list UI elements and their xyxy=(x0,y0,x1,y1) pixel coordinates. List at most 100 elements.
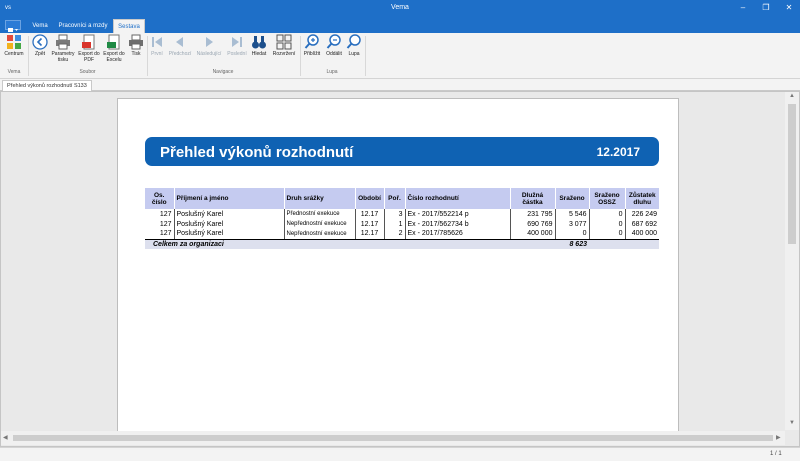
group-separator xyxy=(365,36,366,76)
cell-os-cislo: 127 xyxy=(145,229,174,240)
cell-zustatek: 400 000 xyxy=(624,229,659,240)
cell-ossz: 0 xyxy=(588,219,625,229)
cell-os-cislo: 127 xyxy=(159,210,172,218)
print-settings-button[interactable]: Parametry tisku xyxy=(50,34,76,63)
first-page-button[interactable]: První xyxy=(148,34,166,57)
cell-jmeno: Poslušný Karel xyxy=(173,229,284,240)
previous-page-icon xyxy=(176,37,183,47)
print-label: Tisk xyxy=(131,51,141,57)
cell-ossz: 0 xyxy=(588,229,625,240)
total-filler xyxy=(589,239,659,249)
cell-por: 3 xyxy=(383,209,405,219)
table-header-row: Os. číslo Příjmení a jméno Druh srážky O… xyxy=(145,188,659,209)
cell-zustatek: 226 249 xyxy=(624,209,659,219)
report-period: 12.2017 xyxy=(596,145,640,159)
print-settings-label: Parametry tisku xyxy=(51,51,75,63)
status-bar: 1 / 1 xyxy=(0,447,800,461)
group-label-soubor: Soubor xyxy=(79,69,96,75)
table-row: 127 Poslušný Karel Přednostní exekuce 12… xyxy=(145,209,659,219)
table-row: 127 Poslušný Karel Nepřednostní exekuce … xyxy=(145,229,659,240)
maximize-button[interactable]: ❐ xyxy=(755,2,777,14)
previous-page-button[interactable]: Předchozí xyxy=(167,34,193,57)
tab-pracovnici-a-mzdy[interactable]: Pracovníci a mzdy xyxy=(56,19,110,33)
window-title: Vema xyxy=(391,4,409,11)
cell-dluzna: 400 000 xyxy=(509,229,555,240)
magnifier-label: Lupa xyxy=(348,51,360,57)
first-page-icon xyxy=(152,37,162,47)
group-label-vema: Vema xyxy=(7,69,21,75)
cell-jmeno: Poslušný Karel xyxy=(173,209,284,219)
tab-vema[interactable]: Vema xyxy=(28,19,52,33)
ribbon-tabs: Vema Pracovníci a mzdy Sestava xyxy=(0,17,800,33)
close-button[interactable]: ✕ xyxy=(778,2,800,14)
cell-dluzna: 231 795 xyxy=(509,209,555,219)
horizontal-scroll-thumb[interactable] xyxy=(13,435,773,441)
document-tab[interactable]: Přehled výkonů rozhodnutí S133 xyxy=(2,80,92,91)
cell-druh: Přednostní exekuce xyxy=(283,209,355,219)
search-button[interactable]: Hledat xyxy=(249,34,269,57)
back-button[interactable]: Zpět xyxy=(30,34,50,57)
minimize-button[interactable]: – xyxy=(732,2,754,14)
tab-sestava[interactable]: Sestava xyxy=(113,19,145,33)
last-page-button[interactable]: Poslední xyxy=(225,34,249,57)
zoom-in-label: Přiblížit xyxy=(303,51,321,57)
report-viewer: Přehled výkonů rozhodnutí 12.2017 Os. čí… xyxy=(0,91,800,447)
app-menu-button[interactable] xyxy=(5,20,21,32)
centrum-button[interactable]: Centrum xyxy=(2,34,26,57)
table-row: 127 Poslušný Karel Nepřednostní exekuce … xyxy=(145,219,659,229)
vertical-scrollbar[interactable]: ▲ ▼ xyxy=(785,92,799,430)
zoom-in-icon xyxy=(304,34,319,49)
scroll-down-icon[interactable]: ▼ xyxy=(789,420,795,426)
print-button[interactable]: Tisk xyxy=(127,34,145,57)
first-page-label: První xyxy=(151,51,163,57)
next-page-icon xyxy=(206,37,213,47)
back-arrow-icon xyxy=(32,34,48,50)
col-header-zustatek: Zůstatek dluhu xyxy=(624,188,659,209)
col-header-srazeno: Sraženo xyxy=(554,188,589,209)
zoom-out-button[interactable]: Oddálit xyxy=(323,34,345,57)
next-page-label: Následující xyxy=(196,51,222,57)
group-label-navigace: Navigace xyxy=(212,69,234,75)
report-banner: Přehled výkonů rozhodnutí 12.2017 xyxy=(145,137,659,166)
scroll-right-icon[interactable]: ▶ xyxy=(776,434,781,441)
group-label-lupa: Lupa xyxy=(326,69,338,75)
cell-cislo: Ex - 2017/552214 p xyxy=(404,209,510,219)
export-excel-button[interactable]: Export do Excelu xyxy=(101,34,127,63)
cell-srazeno: 0 xyxy=(554,229,589,240)
magnifier-button[interactable]: Lupa xyxy=(345,34,363,57)
cell-srazeno: 3 077 xyxy=(554,219,589,229)
cell-zustatek: 687 692 xyxy=(624,219,659,229)
document-tabs: Přehled výkonů rozhodnutí S133 xyxy=(0,79,800,91)
zoom-in-button[interactable]: Přiblížit xyxy=(301,34,323,57)
report-title: Přehled výkonů rozhodnutí xyxy=(160,144,354,161)
report-page: Přehled výkonů rozhodnutí 12.2017 Os. čí… xyxy=(117,98,679,441)
cell-srazeno: 5 546 xyxy=(554,209,589,219)
col-header-por: Poř. xyxy=(383,188,405,209)
printer-icon xyxy=(129,34,143,50)
scroll-up-icon[interactable]: ▲ xyxy=(789,93,795,99)
scroll-left-icon[interactable]: ◀ xyxy=(3,434,8,441)
vertical-scroll-thumb[interactable] xyxy=(788,104,796,244)
cell-obdobi: 12.17 xyxy=(354,229,384,240)
col-header-obdobi: Období xyxy=(354,188,384,209)
cell-por: 2 xyxy=(383,229,405,240)
report-table: Os. číslo Příjmení a jméno Druh srážky O… xyxy=(145,188,659,249)
cell-obdobi: 12.17 xyxy=(354,209,384,219)
export-pdf-button[interactable]: Export do PDF xyxy=(77,34,101,63)
col-header-jmeno: Příjmení a jméno xyxy=(173,188,284,209)
layout-button[interactable]: Rozvržení xyxy=(270,34,298,57)
cell-obdobi: 12.17 xyxy=(354,219,384,229)
cell-dluzna: 690 769 xyxy=(509,219,555,229)
cell-jmeno: Poslušný Karel xyxy=(173,219,284,229)
previous-page-label: Předchozí xyxy=(168,51,192,57)
ribbon: Centrum Vema Zpět Parametry tisku Export… xyxy=(0,33,800,79)
next-page-button[interactable]: Následující xyxy=(194,34,224,57)
horizontal-scrollbar[interactable]: ◀ ▶ xyxy=(1,431,785,445)
layout-icon xyxy=(276,34,292,50)
export-excel-label: Export do Excelu xyxy=(103,51,125,63)
export-pdf-label: Export do PDF xyxy=(78,51,100,63)
centrum-label: Centrum xyxy=(4,51,24,57)
excel-export-icon xyxy=(107,34,120,50)
zoom-out-icon xyxy=(326,34,341,49)
cell-druh: Nepřednostní exekuce xyxy=(283,219,355,229)
